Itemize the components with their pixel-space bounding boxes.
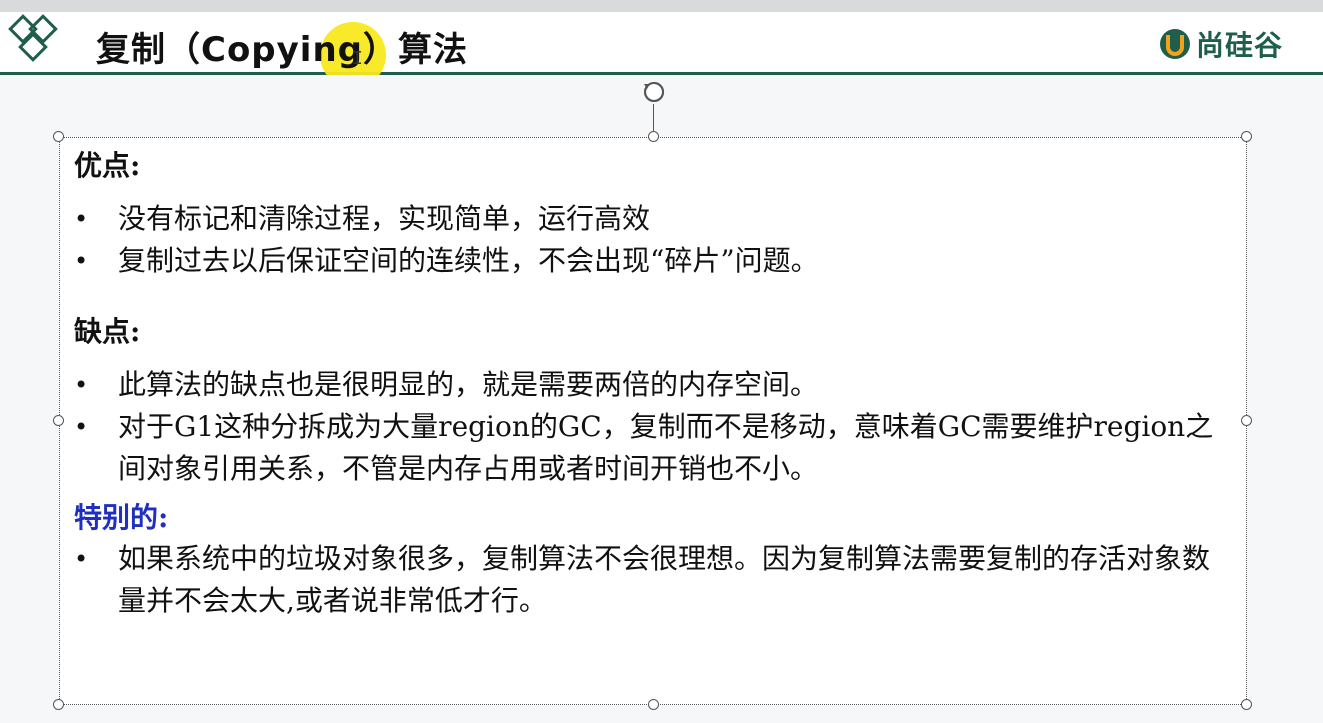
resize-handle-bottom-left[interactable] — [53, 699, 64, 710]
bullet: • — [74, 413, 89, 441]
list-item-text: 对于G1这种分拆成为大量region的GC，复制而不是移动，意味着GC需要维护r… — [118, 410, 1214, 485]
bullet: • — [74, 545, 89, 573]
list-item: • 复制过去以后保证空间的连续性，不会出现“碎片”问题。 — [74, 240, 1234, 282]
text-box-content: 优点: • 没有标记和清除过程，实现简单，运行高效 • 复制过去以后保证空间的连续性… — [74, 146, 1234, 622]
special-heading: 特别的: — [74, 501, 169, 534]
bullet: • — [74, 247, 89, 275]
cons-list: • 此算法的缺点也是很明显的，就是需要两倍的内存空间。 • 对于G1这种分拆成为大量… — [74, 364, 1234, 490]
brand-name: 尚硅谷 — [1196, 29, 1284, 62]
list-item-text: 此算法的缺点也是很明显的，就是需要两倍的内存空间。 — [118, 368, 819, 401]
resize-handle-top-center[interactable] — [648, 131, 659, 142]
resize-handle-middle-left[interactable] — [53, 415, 64, 426]
bullet: • — [74, 205, 89, 233]
resize-handle-middle-right[interactable] — [1241, 415, 1252, 426]
cons-heading: 缺点: — [74, 315, 141, 348]
resize-handle-top-left[interactable] — [53, 131, 64, 142]
text-cursor-icon: I — [352, 48, 363, 69]
diamond-logo-icon — [8, 14, 58, 62]
brand-u-icon — [1160, 29, 1190, 59]
list-item: • 如果系统中的垃圾对象很多，复制算法不会很理想。因为复制算法需要复制的存活对象数… — [74, 538, 1234, 622]
resize-handle-top-right[interactable] — [1241, 131, 1252, 142]
list-item: • 对于G1这种分拆成为大量region的GC，复制而不是移动，意味着GC需要维护… — [74, 406, 1234, 490]
rotate-handle-icon[interactable] — [638, 78, 670, 110]
pros-heading: 优点: — [74, 149, 141, 182]
rotate-handle-stem — [653, 104, 654, 134]
list-item-text: 没有标记和清除过程，实现简单，运行高效 — [118, 202, 651, 235]
pros-list: • 没有标记和清除过程，实现简单，运行高效 • 复制过去以后保证空间的连续性，不会出… — [74, 198, 1234, 282]
resize-handle-bottom-right[interactable] — [1241, 699, 1252, 710]
brand-logo: 尚硅谷 — [1158, 26, 1283, 62]
list-item-text: 如果系统中的垃圾对象很多，复制算法不会很理想。因为复制算法需要复制的存活对象数量… — [118, 542, 1211, 617]
list-item-text: 复制过去以后保证空间的连续性，不会出现“碎片”问题。 — [118, 244, 819, 277]
list-item: • 此算法的缺点也是很明显的，就是需要两倍的内存空间。 — [74, 364, 1234, 406]
list-item: • 没有标记和清除过程，实现简单，运行高效 — [74, 198, 1234, 240]
special-list: • 如果系统中的垃圾对象很多，复制算法不会很理想。因为复制算法需要复制的存活对象数… — [74, 538, 1234, 622]
slide-title: 复制（Copying）算法 — [96, 30, 469, 70]
resize-handle-bottom-center[interactable] — [648, 699, 659, 710]
bullet: • — [74, 371, 89, 399]
